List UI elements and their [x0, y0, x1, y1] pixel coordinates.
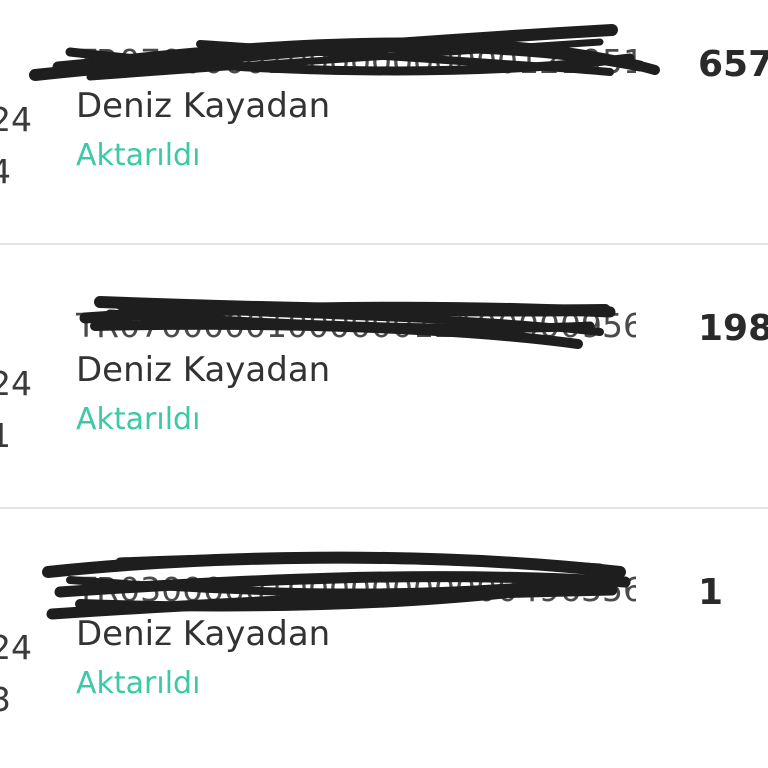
transaction-recipient-name: Deniz Kayadan	[76, 614, 331, 654]
transaction-date-time: 1	[0, 416, 40, 455]
transaction-status: Aktarıldı	[76, 666, 201, 701]
transaction-iban: TR0700000100000000000121951356	[76, 42, 636, 81]
transaction-iban: TR0300000100000000000496356	[76, 570, 636, 609]
transaction-amount: 198	[698, 308, 768, 349]
transaction-date-day: 24	[0, 628, 32, 667]
transaction-recipient-name: Deniz Kayadan	[76, 86, 331, 126]
transaction-row[interactable]: 24 4 TR0700000100000000000121951356 Deni…	[0, 0, 768, 245]
transaction-status: Aktarıldı	[76, 138, 201, 173]
transaction-amount: 1	[698, 572, 724, 613]
transaction-iban: TR0700000100000012100000956356	[76, 306, 636, 345]
transaction-list: 24 4 TR0700000100000000000121951356 Deni…	[0, 0, 768, 768]
transaction-amount: 657	[698, 44, 768, 85]
transaction-date-time: 4	[0, 152, 40, 191]
transaction-recipient-name: Deniz Kayadan	[76, 350, 331, 390]
transaction-date-day: 24	[0, 364, 32, 403]
transaction-status: Aktarıldı	[76, 402, 201, 437]
transaction-date-time: 3	[0, 680, 11, 719]
transaction-row[interactable]: 24 3 TR0300000100000000000496356 Deniz K…	[0, 510, 768, 768]
transaction-row[interactable]: 24 1 TR0700000100000012100000956356 Deni…	[0, 246, 768, 509]
transaction-date-day: 24	[0, 100, 32, 139]
